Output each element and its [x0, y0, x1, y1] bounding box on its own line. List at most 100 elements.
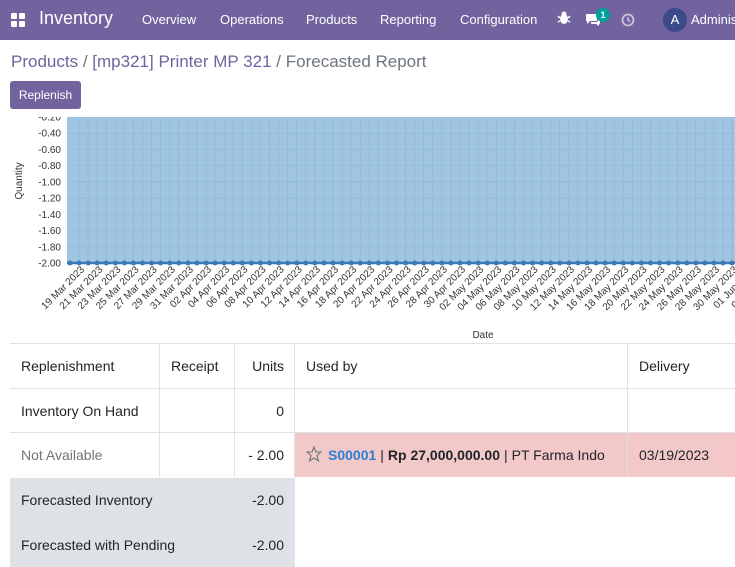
data-point — [521, 260, 526, 266]
data-point — [121, 260, 127, 266]
data-point — [339, 260, 345, 266]
menu-reporting[interactable]: Reporting — [380, 12, 436, 27]
y-tick-label: -1.20 — [38, 194, 61, 205]
data-point — [448, 260, 454, 266]
data-point — [321, 260, 327, 266]
on-hand-delivery — [627, 388, 735, 433]
y-tick-label: -0.40 — [38, 129, 61, 140]
not-available-used-by: S00001 | Rp 27,000,000.00 | PT Farma Ind… — [294, 432, 628, 477]
not-available-receipt — [159, 432, 234, 477]
chart-plot-area — [67, 117, 735, 266]
not-available-units: - 2.00 — [234, 432, 295, 477]
breadcrumb-separator: / — [82, 52, 88, 71]
data-point — [557, 260, 563, 266]
not-available-label: Not Available — [10, 432, 159, 477]
menu-products[interactable]: Products — [306, 12, 357, 27]
used-by-separator: | — [504, 447, 508, 463]
data-point — [303, 260, 309, 266]
menu-overview[interactable]: Overview — [142, 12, 196, 27]
data-point — [357, 260, 363, 266]
chart-x-axis-label: Date — [472, 330, 494, 341]
data-point — [702, 260, 708, 266]
data-point — [647, 260, 653, 266]
breadcrumb-separator: / — [276, 52, 281, 71]
data-point — [103, 260, 109, 266]
sale-order-link[interactable]: S00001 — [328, 447, 376, 463]
partner-name: PT Farma Indo — [511, 447, 605, 463]
user-name[interactable]: Administrator — [691, 12, 735, 27]
breadcrumb: Products / [mp321] Printer MP 321 / Fore… — [11, 52, 427, 72]
pending-label: Forecasted with Pending — [21, 536, 176, 553]
data-point — [611, 260, 617, 266]
priority-star-icon[interactable] — [305, 445, 323, 465]
data-point — [158, 260, 164, 266]
debug-bug-icon[interactable] — [557, 10, 571, 31]
header-receipt: Receipt — [159, 343, 234, 388]
breadcrumb-products[interactable]: Products — [11, 52, 78, 71]
data-point — [575, 260, 581, 266]
breadcrumb-current: Forecasted Report — [285, 52, 427, 71]
data-point — [176, 260, 182, 266]
app-brand[interactable]: Inventory — [39, 8, 113, 29]
data-point — [430, 260, 436, 266]
header-used-by: Used by — [294, 343, 628, 388]
menu-configuration[interactable]: Configuration — [460, 12, 537, 27]
forecasted-row: Forecasted Inventory -2.00 — [10, 477, 295, 522]
data-point — [412, 260, 418, 266]
chart-background — [67, 117, 735, 264]
on-hand-used-by — [294, 388, 628, 433]
data-point — [502, 260, 508, 266]
menu-operations[interactable]: Operations — [220, 12, 284, 27]
y-tick-label: -1.00 — [38, 177, 61, 188]
app-menu-icon[interactable] — [11, 13, 25, 27]
chart-y-axis-label: Quantity — [14, 162, 25, 199]
data-point — [194, 260, 200, 266]
y-tick-label: -0.20 — [38, 117, 61, 124]
on-hand-label: Inventory On Hand — [10, 388, 159, 433]
data-point — [394, 260, 400, 266]
y-tick-label: -1.60 — [38, 226, 61, 237]
pending-row: Forecasted with Pending -2.00 — [10, 522, 295, 567]
forecasted-label: Forecasted Inventory — [21, 492, 153, 508]
pending-units: -2.00 — [252, 536, 284, 553]
breadcrumb-product[interactable]: [mp321] Printer MP 321 — [92, 52, 271, 71]
header-delivery: Delivery — [627, 343, 735, 388]
data-point — [248, 260, 254, 266]
y-tick-label: -2.00 — [38, 259, 61, 270]
data-point — [230, 260, 236, 266]
y-tick-label: -1.40 — [38, 210, 61, 221]
data-point — [629, 260, 635, 266]
not-available-delivery: 03/19/2023 — [627, 432, 735, 477]
data-point — [140, 260, 146, 266]
y-tick-label: -0.80 — [38, 161, 61, 172]
header-replenishment: Replenishment — [10, 343, 159, 388]
forecasted-units: -2.00 — [252, 492, 284, 508]
on-hand-units: 0 — [234, 388, 295, 433]
data-point — [484, 260, 490, 266]
chart-y-ticks: -0.20 -0.40 -0.60 -0.80 -1.00 -1.20 -1.40 -1.60… — [38, 117, 61, 270]
data-point — [67, 260, 73, 266]
data-point — [539, 260, 545, 266]
data-point — [212, 260, 218, 266]
data-point — [684, 260, 690, 266]
user-avatar[interactable]: A — [663, 8, 687, 32]
data-point — [593, 260, 599, 266]
activity-clock-icon[interactable] — [621, 13, 635, 32]
on-hand-receipt — [159, 388, 234, 433]
used-by-separator: | — [380, 447, 384, 463]
message-count-badge: 1 — [596, 8, 610, 22]
y-tick-label: -0.60 — [38, 145, 61, 156]
data-point — [85, 260, 91, 266]
y-tick-label: -1.80 — [38, 242, 61, 253]
data-point — [285, 260, 291, 266]
replenish-button[interactable]: Replenish — [10, 81, 81, 109]
data-point — [375, 260, 381, 266]
data-point — [267, 260, 273, 266]
forecast-chart: -0.20 -0.40 -0.60 -0.80 -1.00 -1.20 -1.40 -1.60… — [14, 117, 735, 341]
sale-order-amount: Rp 27,000,000.00 — [387, 447, 501, 463]
chart-x-ticks: 19 Mar 202321 Mar 202323 Mar 202325 Mar … — [40, 264, 735, 313]
top-navbar: Inventory Overview Operations Products R… — [0, 0, 735, 40]
data-point — [666, 260, 672, 266]
data-point — [466, 260, 472, 266]
header-units: Units — [234, 343, 295, 388]
